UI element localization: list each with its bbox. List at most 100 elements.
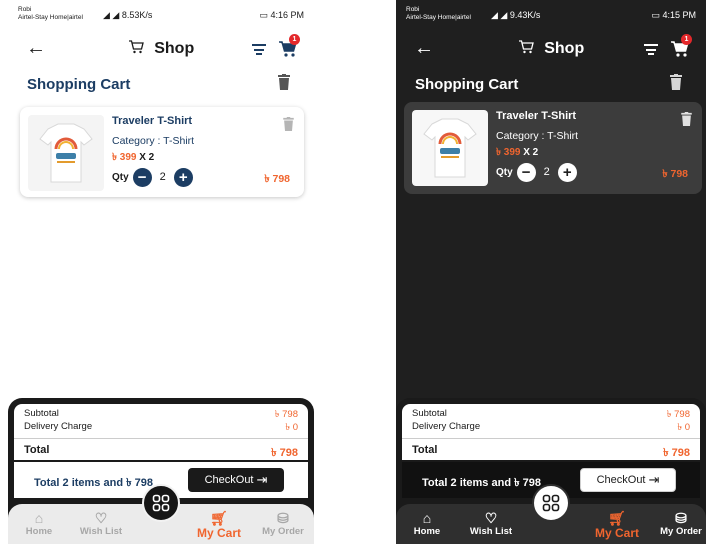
nav-orders[interactable]: ⛁ My Order — [656, 510, 706, 537]
home-icon: ⌂ — [34, 510, 44, 526]
cart-count-badge: 1 — [289, 34, 300, 45]
carrier-secondary: Airtel-Stay Home|airtel — [406, 14, 471, 21]
cart-icon — [128, 40, 144, 54]
delivery-label: Delivery Charge — [412, 421, 481, 432]
nav-wishlist-label: Wish List — [469, 526, 513, 537]
checkout-label: CheckOut — [204, 474, 254, 486]
checkout-arrow-icon: ⇥ — [648, 472, 660, 487]
cart-item-card[interactable]: Traveler T-Shirt Category : T-Shirt ৳ 39… — [404, 102, 702, 194]
quantity-multiplier: X 2 — [139, 152, 155, 163]
total-value: ৳ 798 — [663, 447, 690, 459]
plus-icon[interactable]: + — [173, 167, 193, 187]
product-image — [412, 110, 488, 186]
nav-cart-label: My Cart — [594, 526, 639, 540]
nav-cart[interactable]: 🛒︎ My Cart — [592, 510, 642, 540]
nav-orders-label: My Order — [262, 526, 304, 537]
cart-icon: 🛒︎ — [210, 510, 228, 526]
section-title: Shopping Cart — [27, 76, 131, 93]
delivery-row: Delivery Charge ৳ 0 — [412, 421, 690, 436]
nav-home[interactable]: ⌂ Home — [14, 510, 64, 537]
trash-icon[interactable] — [681, 112, 692, 126]
signal-icon: ◢ ◢ — [491, 10, 508, 20]
carrier-info: Robi Airtel-Stay Home|airtel — [406, 6, 471, 22]
minus-icon[interactable]: − — [516, 162, 536, 182]
nav-orders-label: My Order — [660, 526, 702, 537]
basket-icon: ⛁ — [675, 510, 687, 526]
time-label: 4:15 PM — [662, 10, 696, 20]
network-speed: ◢ ◢ 8.53K/s — [103, 10, 152, 21]
phone-dark-theme: Robi Airtel-Stay Home|airtel ◢ ◢ 9.43K/s… — [396, 0, 706, 544]
title-text: Shop — [544, 40, 585, 57]
order-summary: Subtotal ৳ 798 Delivery Charge ৳ 0 Total… — [396, 398, 706, 544]
heart-icon: ♡ — [94, 510, 108, 526]
delivery-row: Delivery Charge ৳ 0 — [24, 421, 298, 436]
battery-icon: ▭ — [259, 10, 268, 20]
checkout-button[interactable]: CheckOut ⇥ — [580, 468, 676, 492]
app-bar: ← Shop 1 — [8, 30, 314, 70]
checkout-button[interactable]: CheckOut ⇥ — [188, 468, 284, 492]
qty-value: 2 — [159, 171, 166, 183]
phone-light-theme: Robi Airtel-Stay Home|airtel ◢ ◢ 8.53K/s… — [8, 0, 314, 544]
filter-icon[interactable] — [644, 44, 658, 55]
nav-wishlist[interactable]: ♡ Wish List — [76, 510, 126, 537]
product-category: Category : T-Shirt — [112, 135, 195, 147]
carrier-secondary: Airtel-Stay Home|airtel — [18, 14, 83, 21]
basket-icon: ⛁ — [277, 510, 289, 526]
unit-price-value: ৳ 399 — [112, 152, 137, 163]
grid-menu-icon[interactable] — [142, 484, 180, 522]
checkout-arrow-icon: ⇥ — [256, 472, 268, 487]
trash-icon[interactable] — [670, 74, 682, 90]
nav-orders[interactable]: ⛁ My Order — [258, 510, 308, 537]
nav-cart[interactable]: 🛒︎ My Cart — [194, 510, 244, 540]
nav-home-label: Home — [413, 526, 441, 537]
product-name[interactable]: Traveler T-Shirt — [112, 115, 192, 127]
clock: ▭ 4:16 PM — [259, 10, 304, 21]
network-speed: ◢ ◢ 9.43K/s — [491, 10, 540, 21]
total-label: Total — [412, 444, 438, 456]
status-bar: Robi Airtel-Stay Home|airtel ◢ ◢ 9.43K/s… — [396, 0, 706, 30]
battery-icon: ▭ — [651, 10, 660, 20]
signal-icon: ◢ ◢ — [103, 10, 120, 20]
total-row: Total ৳ 798 — [402, 438, 700, 460]
nav-cart-label: My Cart — [196, 526, 241, 540]
qty-label: Qty — [496, 166, 513, 178]
status-bar: Robi Airtel-Stay Home|airtel ◢ ◢ 8.53K/s… — [8, 0, 314, 30]
plus-icon[interactable]: + — [557, 162, 577, 182]
quantity-multiplier: X 2 — [523, 147, 539, 158]
grid-glyph — [542, 494, 560, 512]
trash-icon[interactable] — [283, 117, 294, 131]
qty-label: Qty — [112, 171, 129, 183]
home-icon: ⌂ — [422, 510, 432, 526]
items-summary-text: Total 2 items and ৳ 798 — [34, 477, 153, 489]
cart-icon: 🛒︎ — [608, 510, 626, 526]
line-total: ৳ 798 — [264, 173, 290, 185]
unit-price-value: ৳ 399 — [496, 147, 521, 158]
filter-icon[interactable] — [252, 44, 266, 55]
app-bar: ← Shop 1 — [396, 30, 706, 70]
clock: ▭ 4:15 PM — [651, 10, 696, 21]
qty-value: 2 — [543, 166, 550, 178]
checkout-label: CheckOut — [596, 474, 646, 486]
summary-box: Subtotal ৳ 798 Delivery Charge ৳ 0 — [402, 404, 700, 438]
quantity-stepper: Qty − 2 + — [496, 162, 577, 182]
grid-menu-icon[interactable] — [532, 484, 570, 522]
product-category: Category : T-Shirt — [496, 130, 579, 142]
minus-icon[interactable]: − — [132, 167, 152, 187]
carrier-primary: Robi — [18, 6, 32, 13]
nav-home[interactable]: ⌂ Home — [402, 510, 452, 537]
product-name[interactable]: Traveler T-Shirt — [496, 110, 576, 122]
speed-label: 8.53K/s — [121, 10, 153, 20]
title-text: Shop — [154, 40, 195, 57]
trash-icon[interactable] — [278, 74, 290, 90]
cart-header: Shopping Cart — [8, 70, 314, 100]
nav-wishlist[interactable]: ♡ Wish List — [466, 510, 516, 537]
line-total: ৳ 798 — [662, 168, 688, 180]
grid-glyph — [152, 494, 170, 512]
quantity-stepper: Qty − 2 + — [112, 167, 193, 187]
page-title: Shop — [8, 40, 314, 58]
section-title: Shopping Cart — [415, 76, 519, 93]
total-label: Total — [24, 444, 50, 456]
speed-label: 9.43K/s — [509, 10, 541, 20]
order-summary: Subtotal ৳ 798 Delivery Charge ৳ 0 Total… — [8, 398, 314, 544]
cart-item-card[interactable]: Traveler T-Shirt Category : T-Shirt ৳ 39… — [20, 107, 304, 197]
